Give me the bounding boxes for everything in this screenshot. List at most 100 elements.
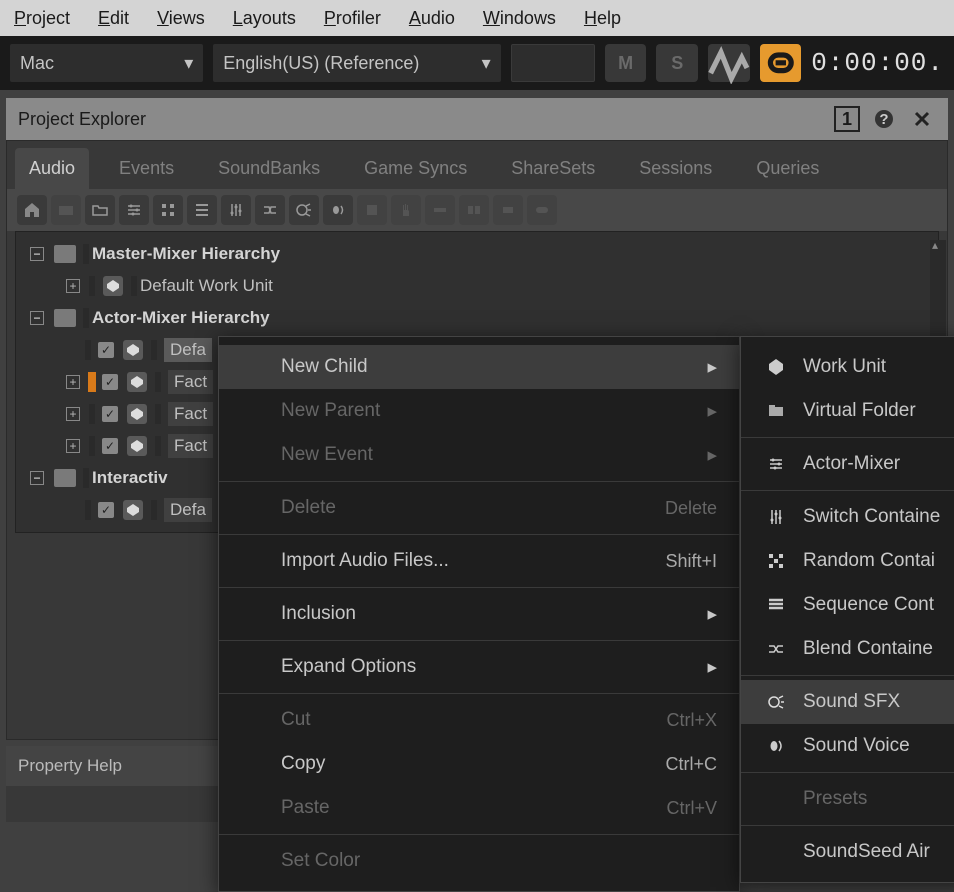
expand-icon[interactable]: + — [66, 439, 80, 453]
language-dropdown[interactable]: English(US) (Reference) ▾ — [213, 44, 500, 82]
ctx-inclusion[interactable]: Inclusion ▸ — [219, 592, 739, 636]
tb-open[interactable] — [85, 195, 115, 225]
folder-icon — [54, 467, 76, 489]
solo-button[interactable]: S — [656, 44, 698, 82]
ctx-label: New Event — [281, 444, 373, 466]
expand-icon[interactable]: + — [66, 407, 80, 421]
tb-switch[interactable] — [221, 195, 251, 225]
tree-label: Master-Mixer Hierarchy — [92, 244, 280, 264]
sliders-icon — [126, 202, 142, 218]
ctx-paste[interactable]: Paste Ctrl+V — [219, 786, 739, 830]
ctx-cut[interactable]: Cut Ctrl+X — [219, 698, 739, 742]
subctx-actor-mixer[interactable]: Actor-Mixer — [741, 442, 954, 486]
tree-row[interactable]: + Default Work Unit — [16, 270, 938, 302]
ctx-import-audio[interactable]: Import Audio Files... Shift+I — [219, 539, 739, 583]
collapse-icon[interactable]: − — [30, 471, 44, 485]
tb-folder[interactable] — [51, 195, 81, 225]
misc4-icon — [534, 202, 550, 218]
menu-views[interactable]: Views — [157, 8, 205, 29]
subctx-sequence-container[interactable]: Sequence Cont — [741, 583, 954, 627]
menu-project[interactable]: Project — [14, 8, 70, 29]
tb-list[interactable] — [187, 195, 217, 225]
subctx-work-unit[interactable]: Work Unit — [741, 345, 954, 389]
subctx-sound-sfx[interactable]: Sound SFX — [741, 680, 954, 724]
tb-b[interactable] — [391, 195, 421, 225]
ctx-new-parent[interactable]: New Parent ▸ — [219, 389, 739, 433]
collapse-icon[interactable]: − — [30, 247, 44, 261]
tab-gamesyncs[interactable]: Game Syncs — [350, 148, 481, 189]
menu-layouts[interactable]: Layouts — [233, 8, 296, 29]
tb-grid[interactable] — [153, 195, 183, 225]
tab-sharesets[interactable]: ShareSets — [497, 148, 609, 189]
checkbox-icon[interactable] — [98, 342, 114, 358]
ctx-label: Sound SFX — [803, 691, 900, 713]
sfx-icon — [296, 202, 312, 218]
ctx-copy[interactable]: Copy Ctrl+C — [219, 742, 739, 786]
menu-profiler[interactable]: Profiler — [324, 8, 381, 29]
subctx-presets[interactable]: Presets — [741, 777, 954, 821]
link-button[interactable] — [760, 44, 802, 82]
ctx-separator — [219, 640, 739, 641]
checkbox-icon[interactable] — [102, 406, 118, 422]
help-icon: ? — [873, 108, 895, 130]
ctx-delete[interactable]: Delete Delete — [219, 486, 739, 530]
tb-voice[interactable] — [323, 195, 353, 225]
tree-row-master-mixer[interactable]: − Master-Mixer Hierarchy — [16, 238, 938, 270]
platform-dropdown[interactable]: Mac ▾ — [10, 44, 203, 82]
ctx-new-event[interactable]: New Event ▸ — [219, 433, 739, 477]
folder-icon — [54, 243, 76, 265]
tb-blend[interactable] — [255, 195, 285, 225]
expand-icon[interactable]: + — [66, 375, 80, 389]
menu-windows[interactable]: Windows — [483, 8, 556, 29]
tb-sfx[interactable] — [289, 195, 319, 225]
tb-a[interactable] — [357, 195, 387, 225]
subctx-soundseed-air[interactable]: SoundSeed Air — [741, 830, 954, 874]
checkbox-icon[interactable] — [102, 438, 118, 454]
expand-icon[interactable]: + — [66, 279, 80, 293]
checkbox-icon[interactable] — [98, 502, 114, 518]
subctx-blend-container[interactable]: Blend Containe — [741, 627, 954, 671]
ctx-expand-options[interactable]: Expand Options ▸ — [219, 645, 739, 689]
ctx-label: New Parent — [281, 400, 380, 422]
ctx-label: Import Audio Files... — [281, 550, 449, 572]
tab-queries[interactable]: Queries — [742, 148, 833, 189]
ctx-shortcut: Ctrl+C — [665, 754, 717, 775]
ctx-label: Virtual Folder — [803, 400, 916, 422]
help-button[interactable]: ? — [870, 105, 898, 133]
menu-help[interactable]: Help — [584, 8, 621, 29]
tab-soundbanks[interactable]: SoundBanks — [204, 148, 334, 189]
sound-voice-icon — [763, 737, 789, 755]
subctx-switch-container[interactable]: Switch Containe — [741, 495, 954, 539]
menu-audio[interactable]: Audio — [409, 8, 455, 29]
panel-index-badge[interactable]: 1 — [834, 106, 860, 132]
ctx-separator — [219, 834, 739, 835]
tab-sessions[interactable]: Sessions — [625, 148, 726, 189]
tree-row-actor-mixer[interactable]: − Actor-Mixer Hierarchy — [16, 302, 938, 334]
tb-sliders[interactable] — [119, 195, 149, 225]
tab-audio[interactable]: Audio — [15, 148, 89, 189]
tb-e[interactable] — [493, 195, 523, 225]
menu-edit[interactable]: Edit — [98, 8, 129, 29]
tb-home[interactable] — [17, 195, 47, 225]
ctx-set-color[interactable]: Set Color — [219, 839, 739, 883]
work-unit-icon — [126, 403, 148, 425]
tb-c[interactable] — [425, 195, 455, 225]
ctx-label: Cut — [281, 709, 311, 731]
close-button[interactable] — [908, 105, 936, 133]
profiler-toggle-button[interactable] — [708, 44, 750, 82]
subctx-random-container[interactable]: Random Contai — [741, 539, 954, 583]
subctx-virtual-folder[interactable]: Virtual Folder — [741, 389, 954, 433]
ctx-new-child[interactable]: New Child ▸ — [219, 345, 739, 389]
mute-button[interactable]: M — [605, 44, 647, 82]
subctx-sound-voice[interactable]: Sound Voice — [741, 724, 954, 768]
random-container-icon — [763, 552, 789, 570]
tb-d[interactable] — [459, 195, 489, 225]
tb-f[interactable] — [527, 195, 557, 225]
misc2-icon — [466, 202, 482, 218]
checkbox-icon[interactable] — [102, 374, 118, 390]
search-input[interactable] — [511, 44, 595, 82]
collapse-icon[interactable]: − — [30, 311, 44, 325]
hand-icon — [398, 202, 414, 218]
tab-events[interactable]: Events — [105, 148, 188, 189]
timecode: 0:00:00. — [811, 48, 944, 78]
